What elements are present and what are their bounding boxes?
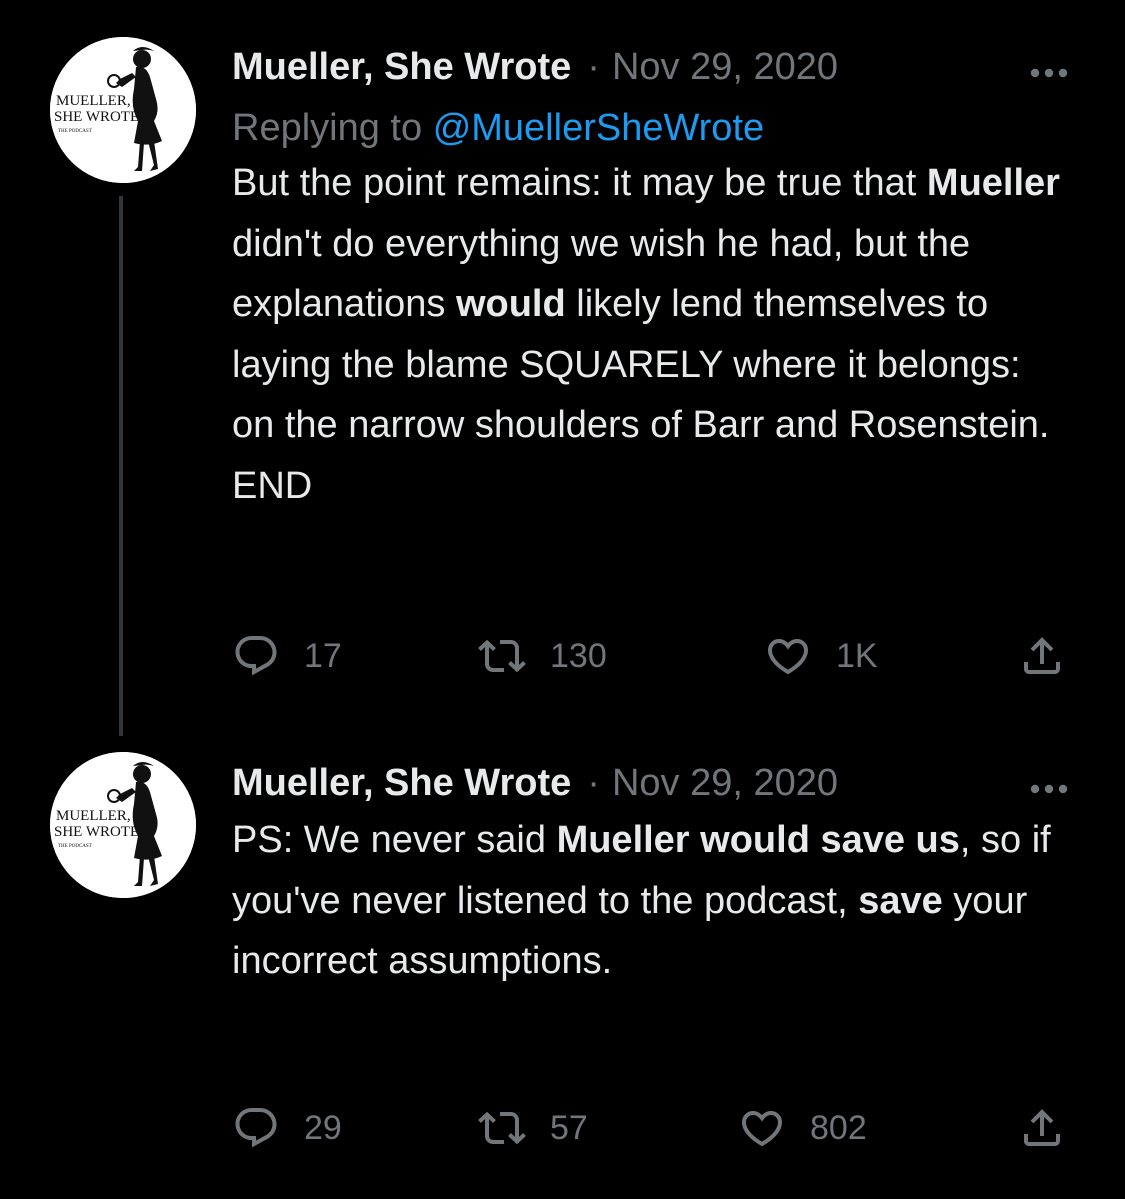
header-separator: · [587,762,600,804]
replying-handle-link[interactable]: @MuellerSheWrote [433,107,764,149]
replying-prefix: Replying to [232,107,423,149]
tweet-content: Mueller, She Wrote · Nov 29, 2020 Replying… [232,42,1072,516]
like-count: 1K [836,637,878,675]
share-icon [1018,632,1066,680]
author-name[interactable]: Mueller, She Wrote [232,762,571,804]
header-separator: · [587,46,600,88]
author-name[interactable]: Mueller, She Wrote [232,46,571,88]
reply-count: 29 [304,1109,342,1147]
like-count: 802 [810,1109,867,1147]
avatar-text-line1: MUELLER, [56,808,131,824]
avatar-text-line2: SHE WROTE [54,824,139,840]
retweet-button[interactable]: 57 [478,1098,588,1158]
tweet-header: Mueller, She Wrote · Nov 29, 2020 [232,42,1072,92]
tweet[interactable]: MUELLER, SHE WROTE THE PODCAST Mueller, … [0,0,1125,736]
avatar-text-line3: THE PODCAST [58,129,92,134]
heart-icon [764,632,812,680]
avatar-text-line3: THE PODCAST [58,844,92,849]
avatar-logo-icon: MUELLER, SHE WROTE THE PODCAST [50,37,196,183]
tweet-text: PS: We never said Mueller would save us,… [232,810,1072,992]
text-segment-bold: Mueller would save us [556,819,960,861]
text-segment: END [232,464,313,507]
retweet-count: 130 [550,637,607,675]
tweet-actions: 17 130 1K [232,626,1072,686]
tweet[interactable]: MUELLER, SHE WROTE THE PODCAST Mueller, … [0,730,1125,1199]
heart-icon [738,1104,786,1152]
tweet-header: Mueller, She Wrote · Nov 29, 2020 [232,758,1072,808]
reply-button[interactable]: 29 [232,1098,342,1158]
more-options-button[interactable] [1028,764,1070,800]
retweet-count: 57 [550,1109,588,1147]
retweet-icon [478,632,526,680]
more-options-button[interactable] [1028,48,1070,84]
avatar[interactable]: MUELLER, SHE WROTE THE PODCAST [50,752,196,898]
like-button[interactable]: 1K [764,626,878,686]
more-icon [1030,68,1068,78]
text-segment: PS: We never said [232,819,557,861]
retweet-button[interactable]: 130 [478,626,607,686]
retweet-icon [478,1104,526,1152]
text-segment: But the point remains: it may be true th… [232,162,927,204]
tweet-date[interactable]: Nov 29, 2020 [612,46,838,88]
like-button[interactable]: 802 [738,1098,867,1158]
text-segment-bold: Mueller [926,162,1060,204]
tweet-actions: 29 57 802 [232,1098,1072,1158]
text-segment-bold: save [858,879,943,922]
replying-to: Replying to @MuellerSheWrote [232,105,1072,151]
tweet-text: But the point remains: it may be true th… [232,153,1072,516]
avatar-text-line1: MUELLER, [56,93,131,109]
share-button[interactable] [1018,1098,1066,1158]
reply-button[interactable]: 17 [232,626,342,686]
tweet-content: Mueller, She Wrote · Nov 29, 2020 PS: We n… [232,758,1072,992]
share-button[interactable] [1018,626,1066,686]
tweet-date[interactable]: Nov 29, 2020 [612,762,838,804]
avatar-text-line2: SHE WROTE [54,109,139,125]
reply-icon [232,1104,280,1152]
share-icon [1018,1104,1066,1152]
reply-count: 17 [304,637,342,675]
thread-line [119,196,123,736]
avatar-logo-icon: MUELLER, SHE WROTE THE PODCAST [50,752,196,898]
reply-icon [232,632,280,680]
avatar[interactable]: MUELLER, SHE WROTE THE PODCAST [50,37,196,183]
more-icon [1030,784,1068,794]
text-segment-bold: would [455,283,566,325]
